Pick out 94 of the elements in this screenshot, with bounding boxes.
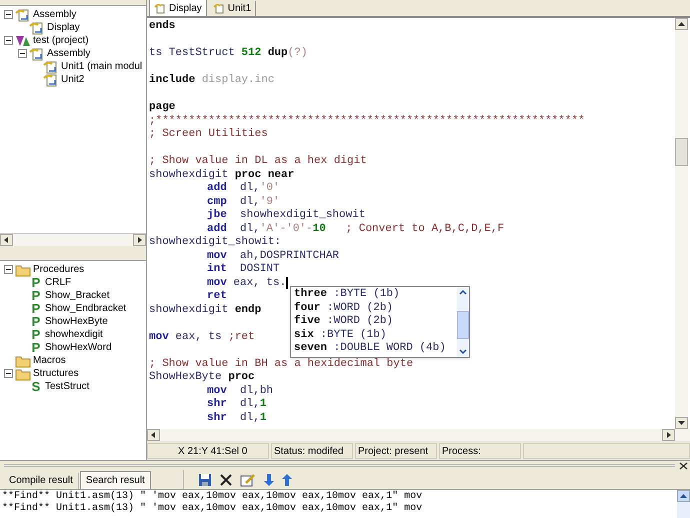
module-icon: [154, 2, 166, 14]
scroll-up-icon[interactable]: [677, 490, 690, 502]
symbol-icon: P: [29, 328, 43, 342]
module-icon: [43, 60, 59, 74]
code-line: shr dl,1: [207, 412, 266, 425]
scrollbar-thumb[interactable]: [457, 311, 469, 339]
scroll-right-icon[interactable]: [133, 234, 146, 246]
code-line: showhexdigit_showit:: [149, 236, 282, 250]
horizontal-scrollbar[interactable]: [0, 233, 146, 246]
completion-item[interactable]: seven :DOUBLE WORD (4b): [294, 342, 457, 356]
code-line: mov eax, ts ;ret: [149, 330, 255, 344]
code-line: include display.inc: [149, 74, 274, 88]
vertical-scrollbar[interactable]: [677, 490, 690, 518]
code-line: ; Show value in DL as a hex digit: [149, 155, 367, 168]
collapse-icon[interactable]: [4, 36, 13, 45]
edit-icon[interactable]: [240, 472, 256, 486]
code-line: mov dl,bh: [207, 384, 274, 398]
code-line: showhexdigit endp: [149, 304, 262, 317]
editor-tab[interactable]: Display: [149, 0, 207, 16]
collapse-icon[interactable]: [4, 369, 13, 378]
module-icon: [212, 3, 225, 14]
module-icon: [29, 20, 45, 34]
module-icon: [43, 72, 59, 86]
tree-item[interactable]: Macros: [33, 353, 66, 368]
symbol-icon: P: [29, 288, 43, 302]
symbol-icon: P: [29, 302, 43, 316]
code-line: mov ah,DOSPRINTCHAR: [207, 250, 340, 263]
tree-item[interactable]: ShowHexWord: [45, 340, 112, 355]
module-icon: [29, 46, 45, 60]
output-tab[interactable]: Search result: [80, 471, 151, 489]
scroll-down-icon[interactable]: [675, 417, 688, 429]
output-line: **Find** Unit1.asm(13) " 'mov eax,10mov eax,10mov eax,10mov eax,1" mov: [2, 491, 424, 502]
code-line: ts TestStruct 512 dup(?): [149, 47, 308, 60]
completion-item[interactable]: four :WORD (2b): [294, 302, 457, 315]
tree-item[interactable]: Show_Bracket: [45, 288, 110, 303]
code-line: page: [149, 101, 176, 114]
code-line: mov eax, ts.: [207, 276, 286, 290]
scroll-right-icon[interactable]: [662, 429, 675, 441]
tree-item[interactable]: Assembly: [33, 7, 76, 22]
scroll-left-icon[interactable]: [147, 429, 160, 441]
tree-item[interactable]: Structures: [33, 366, 79, 381]
tree-item[interactable]: Display: [47, 20, 80, 35]
arrow-up-icon[interactable]: [282, 472, 292, 486]
tree-item[interactable]: showhexdigit: [45, 327, 103, 342]
code-line: jbe showhexdigit_showit: [207, 209, 366, 222]
tree-item[interactable]: TestStruct: [45, 379, 90, 394]
project-icon: [15, 34, 31, 48]
tree-item[interactable]: ShowHexByte: [45, 314, 108, 329]
scroll-left-icon[interactable]: [0, 234, 13, 246]
collapse-icon[interactable]: [18, 49, 27, 58]
tree-item[interactable]: Procedures: [33, 262, 84, 277]
collapse-icon[interactable]: [4, 10, 13, 19]
output-line: **Find** Unit1.asm(13) " 'mov eax,10mov eax,10mov eax,10mov eax,1" mov: [2, 503, 424, 515]
code-line: ;*****************************************************************: [149, 114, 585, 128]
code-line: add dl,'A'-'0'-10 ; Convert to A,B,C,D,E,F: [207, 222, 504, 236]
horizontal-scrollbar[interactable]: [147, 429, 690, 441]
scrollbar-thumb[interactable]: [675, 138, 688, 166]
completion-item[interactable]: six :BYTE (1b): [294, 328, 457, 342]
arrow-down-icon[interactable]: [264, 472, 274, 486]
symbol-icon: P: [29, 276, 43, 290]
symbol-icon: P: [29, 314, 43, 328]
vertical-scrollbar[interactable]: [675, 18, 688, 429]
code-line: ret: [207, 290, 227, 304]
scroll-up-icon[interactable]: [675, 18, 688, 30]
folder-icon: [15, 354, 31, 368]
tree-item[interactable]: CRLF: [45, 275, 72, 290]
tree-item[interactable]: Show_Endbracket: [45, 301, 126, 316]
code-line: ShowHexByte proc: [149, 371, 255, 384]
code-line: showhexdigit proc near: [149, 168, 294, 182]
status-field: X 21:Y 41:Sel 0: [147, 443, 269, 459]
status-field: Process:: [439, 443, 521, 459]
code-line: shr dl,1: [207, 398, 266, 412]
completion-item[interactable]: three :BYTE (1b): [294, 288, 457, 302]
tree-item[interactable]: Assembly: [47, 46, 90, 61]
collapse-icon[interactable]: [4, 265, 13, 274]
tree-item[interactable]: Unit2: [61, 72, 84, 87]
code-line: ends: [149, 20, 176, 34]
code-line: ; Screen Utilities: [149, 128, 268, 142]
status-field: Project: present: [355, 443, 437, 459]
completion-item[interactable]: five :WORD (2b): [294, 315, 457, 328]
code-line: add dl,'0': [207, 182, 280, 196]
tree-item[interactable]: test (project): [33, 33, 89, 48]
symbol-icon: S: [29, 380, 43, 394]
code-line: ; Show value in BH as a hexidecimal byte: [149, 358, 414, 371]
popup-scrollbar[interactable]: [457, 287, 469, 356]
code-line: int DOSINT: [207, 263, 280, 276]
save-icon[interactable]: [198, 472, 212, 486]
close-icon[interactable]: [679, 462, 688, 470]
delete-icon[interactable]: [220, 474, 232, 486]
folder-icon: [15, 366, 31, 380]
tree-item[interactable]: Unit1 (main modul: [61, 59, 142, 74]
status-field: Status: modifed: [271, 443, 353, 459]
symbol-icon: P: [29, 340, 43, 354]
code-line: cmp dl,'9': [207, 196, 280, 209]
